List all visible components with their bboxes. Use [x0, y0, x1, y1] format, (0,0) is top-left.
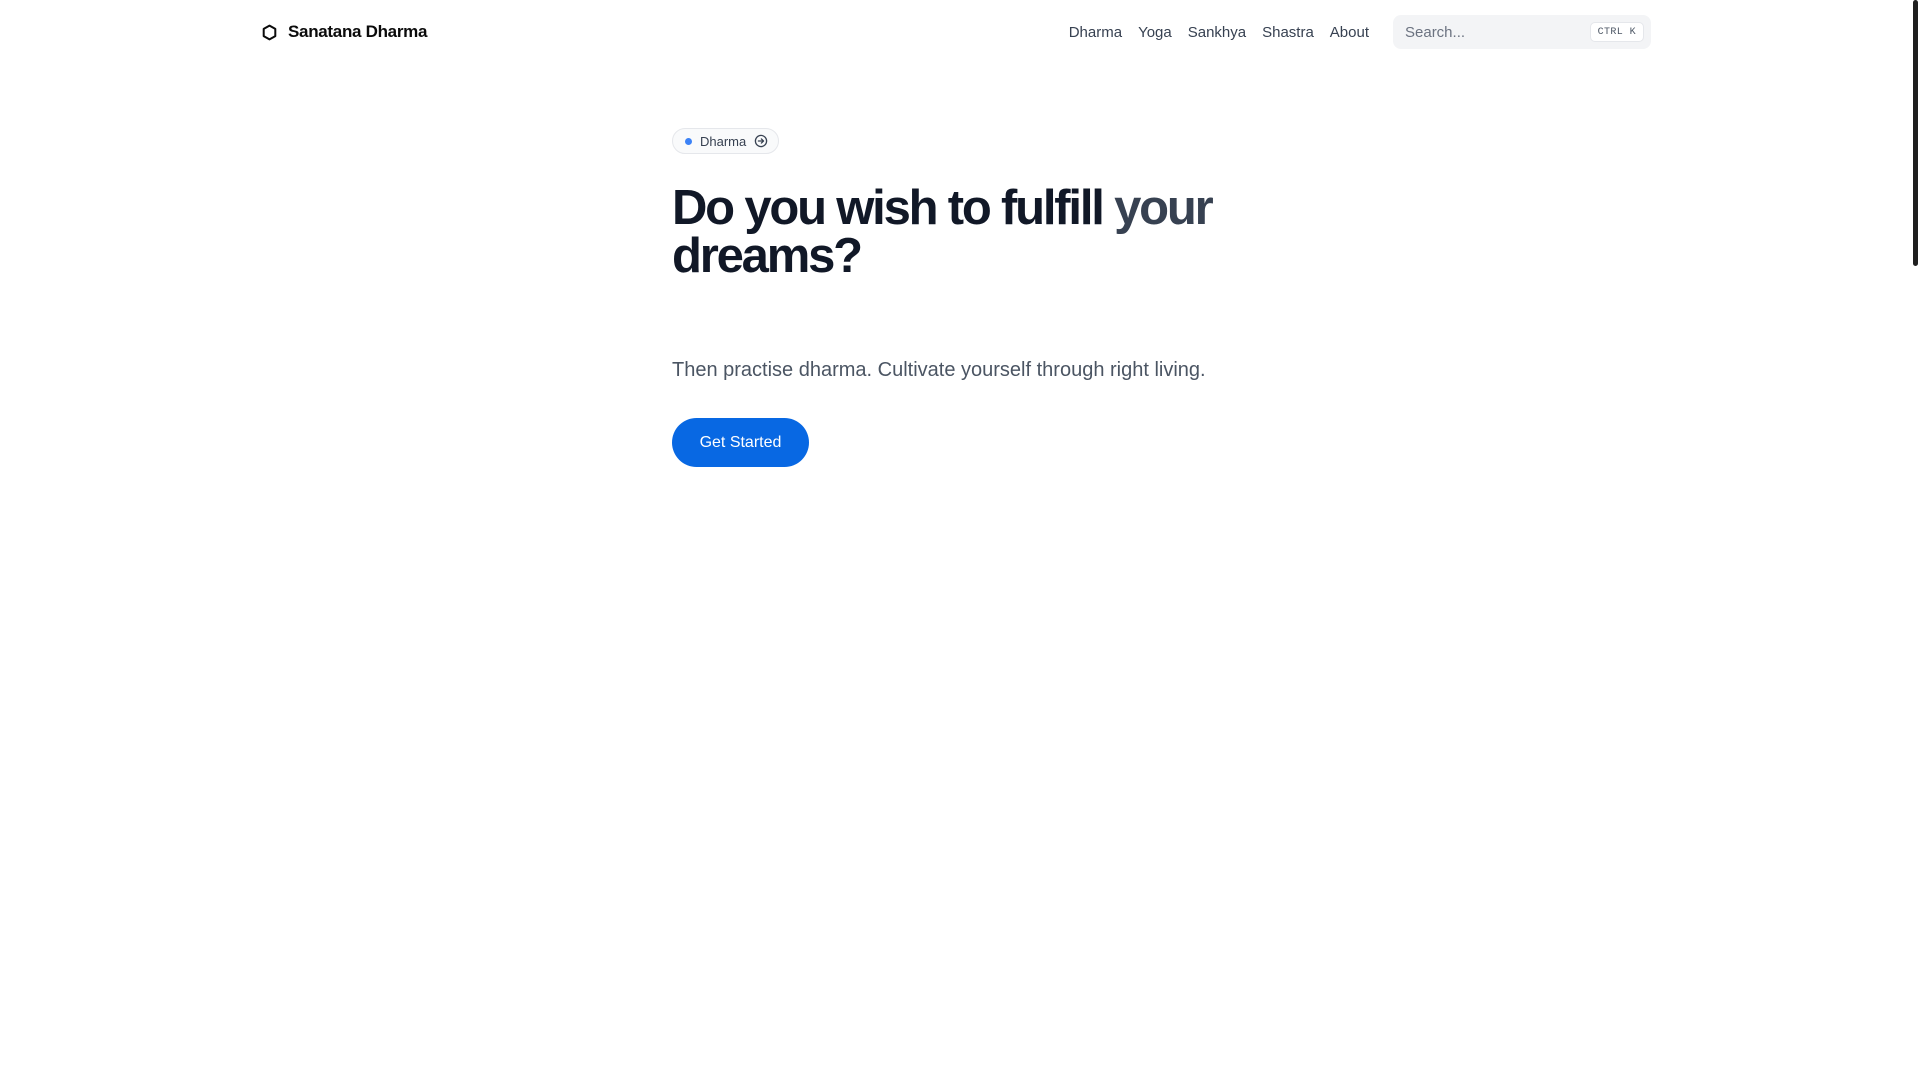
nav-link-sankhya[interactable]: Sankhya — [1180, 24, 1254, 41]
arrow-right-circle-icon — [754, 134, 768, 148]
nav-link-about[interactable]: About — [1322, 24, 1377, 41]
navbar: Sanatana Dharma Dharma Yoga Sankhya Shas… — [260, 14, 1651, 50]
search-box[interactable]: CTRL K — [1393, 15, 1651, 49]
nav-link-shastra[interactable]: Shastra — [1254, 24, 1322, 41]
category-tag-label: Dharma — [700, 133, 747, 149]
nav-link-yoga[interactable]: Yoga — [1130, 24, 1180, 41]
search-input[interactable] — [1405, 23, 1585, 41]
page-scrollbar[interactable] — [1910, 0, 1920, 1080]
brand-link[interactable]: Sanatana Dharma — [260, 22, 427, 42]
nav-right: Dharma Yoga Sankhya Shastra About CTRL K — [1061, 15, 1651, 49]
circle-logo-icon — [260, 23, 278, 41]
hero-title-accent: your — [1102, 181, 1214, 235]
status-dot — [685, 137, 692, 145]
scrollbar-thumb[interactable] — [1913, 0, 1918, 266]
hero-title: Do you wish to fulfill your dreams? — [672, 181, 1232, 283]
hero-section: Dharma Do you wish to fulfill your dreams… — [672, 128, 1232, 467]
category-tag[interactable]: Dharma — [672, 128, 780, 154]
hero-title-main: Do you wish to fulfill — [672, 181, 1105, 235]
hero-title-line2: dreams? — [672, 229, 863, 283]
search-shortcut-badge: CTRL K — [1589, 22, 1644, 42]
get-started-button[interactable]: Get Started — [672, 418, 809, 467]
primary-nav: Dharma Yoga Sankhya Shastra About — [1061, 24, 1377, 41]
nav-link-dharma[interactable]: Dharma — [1061, 24, 1130, 41]
brand-name: Sanatana Dharma — [288, 22, 428, 41]
page: Sanatana Dharma Dharma Yoga Sankhya Shas… — [0, 0, 1920, 1080]
hero-subtitle: Then practise dharma. Cultivate yourself… — [672, 359, 1206, 381]
